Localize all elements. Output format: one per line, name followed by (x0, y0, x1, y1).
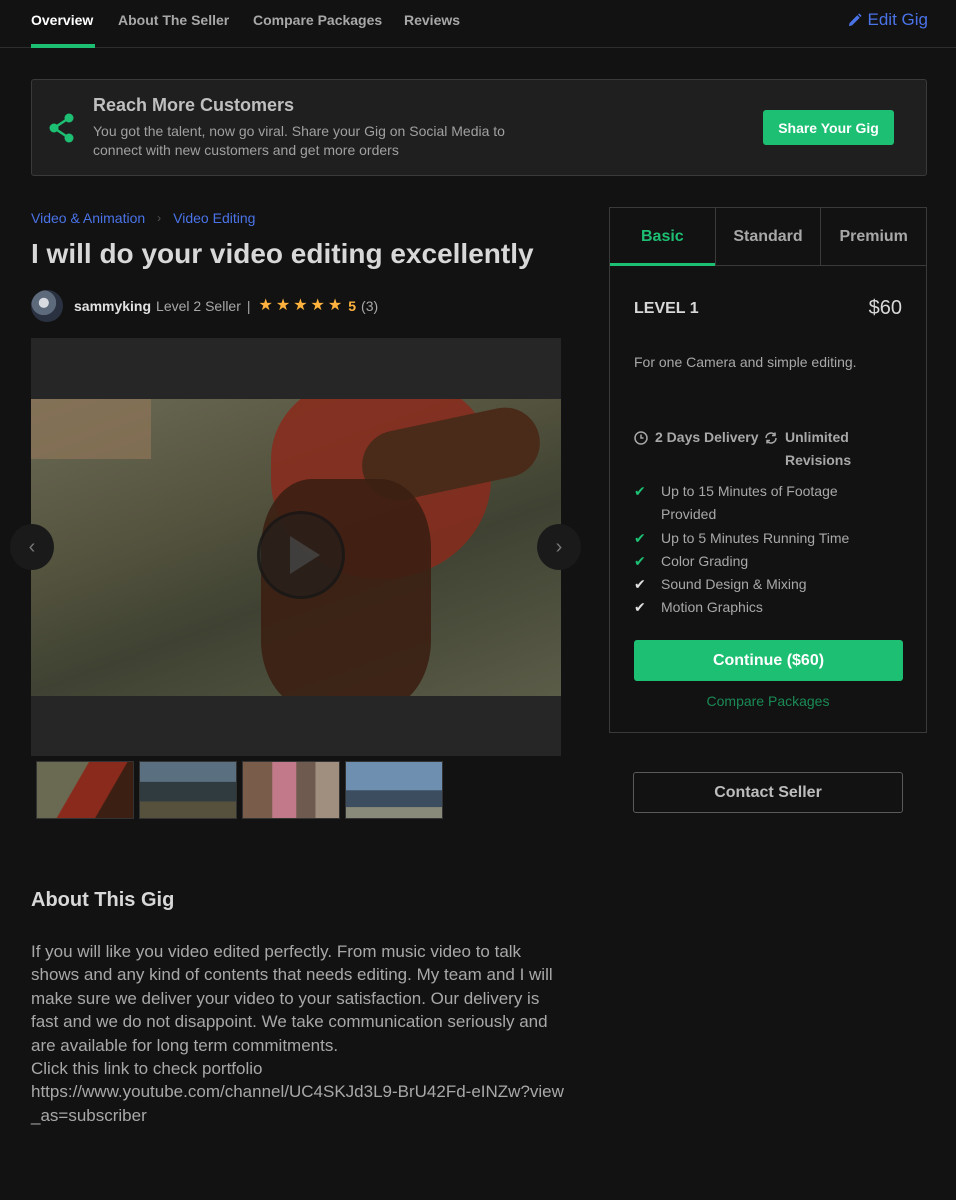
package-price: $60 (868, 297, 902, 319)
breadcrumb: Video & Animation › Video Editing (31, 210, 255, 226)
feature-item: ✔ Color Grading (634, 550, 881, 573)
seller-row: sammyking Level 2 Seller | ★ ★ ★ ★ ★ 5 (… (31, 290, 378, 322)
about-paragraph: If you will like you video edited perfec… (31, 942, 553, 1055)
share-banner: Reach More Customers You got the talent,… (31, 79, 927, 176)
edit-gig-label: Edit Gig (867, 10, 928, 29)
star-icon: ★ (293, 297, 308, 314)
package-level: LEVEL 1 (634, 300, 699, 317)
package-meta: 2 Days Delivery Unlimited Revisions (634, 426, 904, 472)
feature-label: Motion Graphics (661, 599, 763, 616)
continue-button[interactable]: Continue ($60) (634, 640, 903, 681)
breadcrumb-video-animation[interactable]: Video & Animation (31, 210, 145, 226)
package-tabs: Basic Standard Premium (610, 208, 926, 266)
about-paragraph: Click this link to check portfolio (31, 1059, 263, 1079)
check-icon: ✔ (634, 552, 646, 569)
delivery-time: 2 Days Delivery (634, 426, 764, 472)
gallery-thumbnail[interactable] (242, 761, 340, 819)
gallery-thumbnail[interactable] (345, 761, 443, 819)
banner-title: Reach More Customers (93, 95, 295, 115)
rating-value: 5 (348, 298, 357, 314)
check-icon: ✔ (634, 576, 646, 593)
seller-level: Level 2 Seller (156, 298, 241, 314)
banner-text: You got the talent, now go viral. Share … (93, 123, 505, 158)
video-frame-detail (31, 399, 151, 459)
gallery-thumbnail[interactable] (139, 761, 237, 819)
tab-about-the-seller[interactable]: About The Seller (118, 12, 229, 28)
gallery-thumbnails (36, 761, 443, 819)
clock-icon (634, 431, 648, 445)
share-your-gig-button[interactable]: Share Your Gig (763, 110, 894, 145)
refresh-icon (765, 432, 777, 444)
contact-seller-button[interactable]: Contact Seller (633, 772, 903, 813)
feature-item: ✔ Up to 5 Minutes Running Time (634, 527, 881, 550)
tab-reviews[interactable]: Reviews (404, 12, 460, 28)
gig-title: I will do your video editing excellently (31, 238, 534, 269)
about-description: If you will like you video edited perfec… (31, 940, 571, 1127)
play-icon (290, 536, 320, 574)
tab-premium[interactable]: Premium (820, 208, 926, 265)
revisions: Unlimited Revisions (764, 426, 894, 472)
tab-basic[interactable]: Basic (610, 208, 715, 266)
feature-label: Up to 5 Minutes Running Time (661, 529, 850, 546)
feature-item: ✔ Up to 15 Minutes of Footage Provided (634, 480, 881, 527)
check-icon: ✔ (634, 483, 646, 499)
about-title: About This Gig (31, 889, 175, 911)
chevron-left-icon: ‹ (28, 535, 36, 558)
feature-label: Up to 15 Minutes of Footage Provided (661, 483, 838, 523)
separator: | (246, 298, 251, 314)
feature-item: ✔ Motion Graphics (634, 596, 881, 619)
pencil-icon (848, 12, 862, 26)
tab-standard[interactable]: Standard (714, 208, 821, 265)
top-nav: Overview About The Seller Compare Packag… (0, 0, 956, 48)
compare-packages-link[interactable]: Compare Packages (610, 693, 926, 709)
video-player[interactable] (31, 399, 561, 696)
play-button[interactable] (257, 511, 345, 599)
star-icon: ★ (275, 297, 291, 314)
gig-gallery (31, 338, 561, 756)
star-rating: ★ ★ ★ ★ ★ (259, 298, 343, 314)
gallery-prev-button[interactable]: ‹ (10, 524, 54, 570)
feature-item: ✔ Sound Design & Mixing (634, 573, 881, 596)
gallery-thumbnail[interactable] (36, 761, 134, 819)
delivery-label: 2 Days Delivery (655, 429, 759, 445)
breadcrumb-video-editing[interactable]: Video Editing (173, 210, 255, 226)
review-count[interactable]: (3) (361, 298, 378, 314)
revisions-label: Unlimited Revisions (785, 429, 852, 468)
package-card: Basic Standard Premium LEVEL 1 $60 For o… (609, 207, 927, 733)
feature-label: Color Grading (661, 552, 749, 569)
seller-name[interactable]: sammyking (74, 298, 151, 314)
share-icon (49, 113, 74, 143)
package-description: For one Camera and simple editing. (634, 354, 857, 370)
edit-gig-link[interactable]: Edit Gig (847, 10, 928, 30)
portfolio-link[interactable]: https://www.youtube.com/channel/UC4SKJd3… (31, 1080, 571, 1127)
gallery-next-button[interactable]: › (537, 524, 581, 570)
check-icon: ✔ (634, 529, 646, 546)
feature-list: ✔ Up to 15 Minutes of Footage Provided ✔… (634, 480, 881, 620)
check-icon: ✔ (634, 599, 646, 616)
star-icon: ★ (258, 297, 273, 314)
chevron-right-icon: › (157, 211, 162, 225)
feature-label: Sound Design & Mixing (661, 576, 807, 593)
star-icon: ★ (310, 297, 325, 314)
active-tab-indicator (31, 44, 95, 48)
tab-compare-packages[interactable]: Compare Packages (253, 12, 382, 28)
tab-overview[interactable]: Overview (31, 12, 93, 28)
star-icon: ★ (327, 297, 343, 314)
avatar[interactable] (31, 290, 63, 322)
chevron-right-icon: › (555, 535, 563, 558)
